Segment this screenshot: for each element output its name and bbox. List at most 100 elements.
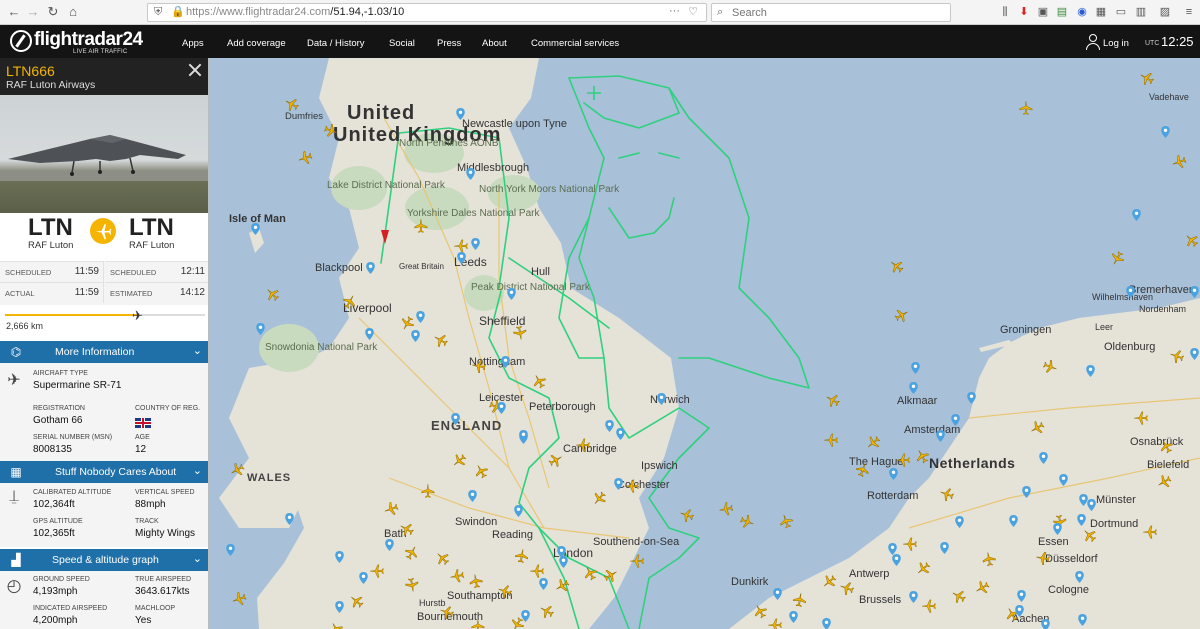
airport-pin-icon[interactable] [1017, 590, 1026, 602]
airport-pin-icon[interactable] [466, 168, 475, 180]
airport-pin-icon[interactable] [789, 611, 798, 623]
more-information-header[interactable]: ⌬ More Information ⌄ [0, 341, 208, 363]
airport-pin-icon[interactable] [359, 572, 368, 584]
airport-pin-icon[interactable] [1126, 286, 1135, 298]
forward-arrow-icon[interactable]: → [25, 4, 41, 20]
airport-pin-icon[interactable] [1041, 619, 1050, 629]
airport-pin-icon[interactable] [497, 402, 506, 414]
aircraft-marker-icon[interactable] [1133, 410, 1148, 425]
airport-pin-icon[interactable] [773, 588, 782, 600]
nav-add-coverage[interactable]: Add coverage [227, 38, 286, 49]
reload-icon[interactable]: ↻ [45, 4, 61, 20]
airport-pin-icon[interactable] [507, 288, 516, 300]
flight-map[interactable]: United United Kingdom Isle of Man ENGLAN… [209, 58, 1200, 629]
home-icon[interactable]: ⌂ [65, 4, 81, 20]
airport-pin-icon[interactable] [501, 356, 510, 368]
aircraft-marker-icon[interactable] [453, 238, 468, 253]
airport-pin-icon[interactable] [955, 516, 964, 528]
download-icon[interactable]: ⬇ [1017, 5, 1031, 19]
airport-pin-icon[interactable] [822, 618, 831, 629]
hamburger-menu-icon[interactable]: ≡ [1182, 5, 1196, 19]
airport-pin-icon[interactable] [559, 556, 568, 568]
chevron-down-icon[interactable]: ⌄ [193, 552, 202, 565]
aircraft-marker-icon[interactable] [624, 478, 639, 493]
aircraft-marker-icon[interactable] [421, 483, 436, 498]
aircraft-marker-icon[interactable] [629, 553, 644, 568]
aircraft-marker-icon[interactable] [448, 567, 465, 584]
airport-pin-icon[interactable] [657, 393, 666, 405]
airport-pin-icon[interactable] [335, 601, 344, 613]
aircraft-marker-icon[interactable] [529, 563, 544, 578]
airport-pin-icon[interactable] [521, 610, 530, 622]
airport-pin-icon[interactable] [514, 505, 523, 517]
airport-pin-icon[interactable] [1053, 523, 1062, 535]
airport-pin-icon[interactable] [457, 252, 466, 264]
library-icon[interactable]: ⫼ [998, 5, 1012, 19]
airport-pin-icon[interactable] [256, 323, 265, 335]
registration-value[interactable]: Gotham 66 [33, 415, 82, 426]
nav-apps[interactable]: Apps [182, 38, 204, 49]
airport-pin-icon[interactable] [616, 428, 625, 440]
airport-pin-icon[interactable] [936, 430, 945, 442]
aircraft-marker-icon[interactable] [823, 432, 838, 447]
airport-pin-icon[interactable] [909, 382, 918, 394]
logo-text[interactable]: flightradar24 [34, 29, 143, 51]
aircraft-marker-icon[interactable] [575, 437, 590, 452]
airport-pin-icon[interactable] [519, 430, 528, 442]
airport-pin-icon[interactable] [1059, 474, 1068, 486]
airport-pin-icon[interactable] [1075, 571, 1084, 583]
login-link[interactable]: Log in [1103, 38, 1129, 49]
aircraft-marker-icon[interactable] [403, 577, 420, 594]
aircraft-marker-icon[interactable] [468, 572, 485, 589]
airport-pin-icon[interactable] [892, 554, 901, 566]
speed-graph-header[interactable]: ▟ Speed & altitude graph ⌄ [0, 549, 208, 571]
aircraft-marker-icon[interactable] [514, 547, 531, 564]
aircraft-marker-icon[interactable] [895, 452, 910, 467]
airport-pin-icon[interactable] [940, 542, 949, 554]
close-icon[interactable] [188, 62, 202, 76]
stuff-header[interactable]: ▦ Stuff Nobody Cares About ⌄ [0, 461, 208, 483]
pocket-icon[interactable]: ♡ [688, 5, 698, 18]
airport-pin-icon[interactable] [251, 223, 260, 235]
airport-pin-icon[interactable] [1132, 209, 1141, 221]
airport-pin-icon[interactable] [967, 392, 976, 404]
airport-pin-icon[interactable] [951, 414, 960, 426]
nav-about[interactable]: About [482, 38, 507, 49]
aircraft-marker-icon[interactable] [717, 500, 734, 517]
airport-pin-icon[interactable] [911, 362, 920, 374]
aircraft-marker-icon[interactable] [471, 618, 486, 629]
extension-icon[interactable]: ▦ [1094, 5, 1108, 19]
search-box[interactable]: ⌕ [711, 3, 951, 22]
extension-icon[interactable]: ▥ [1134, 5, 1148, 19]
destination-code[interactable]: LTN [129, 214, 174, 242]
shield-icon[interactable]: ⛨ [154, 6, 162, 19]
airport-pin-icon[interactable] [605, 420, 614, 432]
aircraft-marker-icon[interactable] [921, 598, 936, 613]
user-icon[interactable] [1086, 34, 1100, 50]
nav-social[interactable]: Social [389, 38, 415, 49]
airport-pin-icon[interactable] [1078, 614, 1087, 626]
airport-pin-icon[interactable] [909, 591, 918, 603]
nav-press[interactable]: Press [437, 38, 461, 49]
airport-pin-icon[interactable] [1086, 365, 1095, 377]
lock-icon[interactable]: 🔒 [171, 5, 185, 18]
airport-pin-icon[interactable] [226, 544, 235, 556]
chevron-down-icon[interactable]: ⌄ [193, 464, 202, 477]
airport-pin-icon[interactable] [468, 490, 477, 502]
airport-pin-icon[interactable] [888, 543, 897, 555]
airport-pin-icon[interactable] [1077, 514, 1086, 526]
airport-pin-icon[interactable] [416, 311, 425, 323]
airport-pin-icon[interactable] [1190, 348, 1199, 360]
airport-pin-icon[interactable] [1161, 126, 1170, 138]
airport-pin-icon[interactable] [539, 578, 548, 590]
airport-pin-icon[interactable] [1039, 452, 1048, 464]
aircraft-marker-icon[interactable] [511, 325, 528, 342]
airport-pin-icon[interactable] [385, 539, 394, 551]
aircraft-photo[interactable] [0, 95, 208, 213]
url-bar[interactable]: ⛨ 🔒 https://www.flightradar24.com/51.94,… [147, 3, 707, 22]
airport-pin-icon[interactable] [411, 330, 420, 342]
aircraft-marker-icon[interactable] [792, 591, 809, 608]
url-text[interactable]: https://www.flightradar24.com/51.94,-1.0… [186, 6, 404, 18]
airport-pin-icon[interactable] [366, 262, 375, 274]
extension-icon[interactable]: ▭ [1114, 5, 1128, 19]
